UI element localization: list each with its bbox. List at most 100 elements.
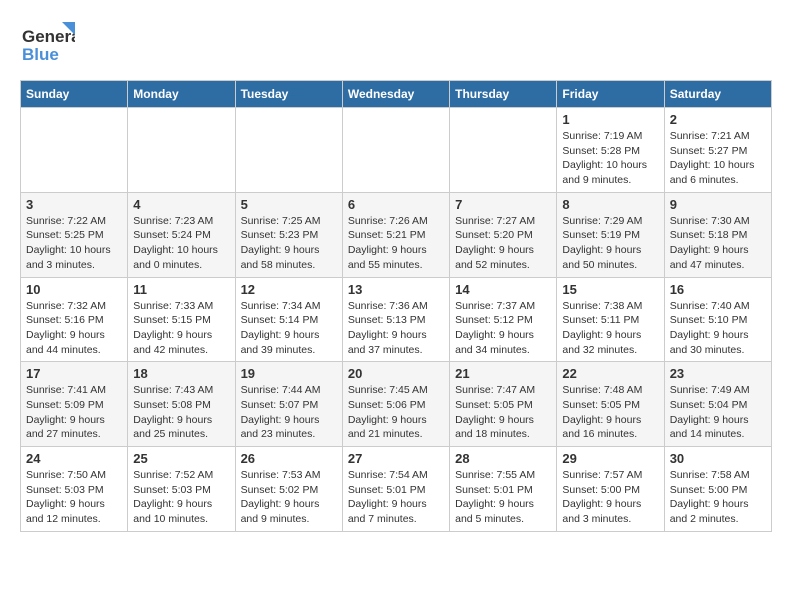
day-number: 21 [455, 366, 551, 381]
calendar-cell: 17 Sunrise: 7:41 AM Sunset: 5:09 PM Dayli… [21, 362, 128, 447]
calendar-cell: 21 Sunrise: 7:47 AM Sunset: 5:05 PM Dayli… [450, 362, 557, 447]
day-number: 25 [133, 451, 229, 466]
calendar-cell [21, 108, 128, 193]
day-number: 5 [241, 197, 337, 212]
day-info: Sunrise: 7:50 AM Sunset: 5:03 PM Dayligh… [26, 468, 122, 527]
day-info: Sunrise: 7:54 AM Sunset: 5:01 PM Dayligh… [348, 468, 444, 527]
day-number: 29 [562, 451, 658, 466]
day-number: 23 [670, 366, 766, 381]
calendar-cell: 3 Sunrise: 7:22 AM Sunset: 5:25 PM Daylig… [21, 192, 128, 277]
weekday-header-wednesday: Wednesday [342, 81, 449, 108]
day-info: Sunrise: 7:23 AM Sunset: 5:24 PM Dayligh… [133, 214, 229, 273]
calendar-cell [450, 108, 557, 193]
calendar-cell: 4 Sunrise: 7:23 AM Sunset: 5:24 PM Daylig… [128, 192, 235, 277]
day-number: 16 [670, 282, 766, 297]
calendar-cell: 26Sunrise: 7:53 AM Sunset: 5:02 PM Dayli… [235, 447, 342, 532]
calendar-cell: 30 Sunrise: 7:58 AM Sunset: 5:00 PM Dayli… [664, 447, 771, 532]
day-info: Sunrise: 7:26 AM Sunset: 5:21 PM Dayligh… [348, 214, 444, 273]
day-info: Sunrise: 7:32 AM Sunset: 5:16 PM Dayligh… [26, 299, 122, 358]
day-info: Sunrise: 7:37 AM Sunset: 5:12 PM Dayligh… [455, 299, 551, 358]
svg-text:General: General [22, 27, 75, 46]
svg-text:Blue: Blue [22, 45, 59, 64]
day-info: Sunrise: 7:47 AM Sunset: 5:05 PM Dayligh… [455, 383, 551, 442]
day-info: Sunrise: 7:49 AM Sunset: 5:04 PM Dayligh… [670, 383, 766, 442]
day-info: Sunrise: 7:19 AM Sunset: 5:28 PM Dayligh… [562, 129, 658, 188]
calendar-cell [128, 108, 235, 193]
day-number: 17 [26, 366, 122, 381]
calendar-week-row: 3 Sunrise: 7:22 AM Sunset: 5:25 PM Daylig… [21, 192, 772, 277]
calendar-cell: 13 Sunrise: 7:36 AM Sunset: 5:13 PM Dayli… [342, 277, 449, 362]
day-info: Sunrise: 7:38 AM Sunset: 5:11 PM Dayligh… [562, 299, 658, 358]
weekday-header-monday: Monday [128, 81, 235, 108]
day-number: 2 [670, 112, 766, 127]
calendar-cell: 20Sunrise: 7:45 AM Sunset: 5:06 PM Dayli… [342, 362, 449, 447]
day-number: 15 [562, 282, 658, 297]
day-number: 27 [348, 451, 444, 466]
day-info: Sunrise: 7:33 AM Sunset: 5:15 PM Dayligh… [133, 299, 229, 358]
day-info: Sunrise: 7:43 AM Sunset: 5:08 PM Dayligh… [133, 383, 229, 442]
calendar-cell: 9 Sunrise: 7:30 AM Sunset: 5:18 PM Daylig… [664, 192, 771, 277]
day-info: Sunrise: 7:55 AM Sunset: 5:01 PM Dayligh… [455, 468, 551, 527]
day-info: Sunrise: 7:21 AM Sunset: 5:27 PM Dayligh… [670, 129, 766, 188]
calendar-cell: 5 Sunrise: 7:25 AM Sunset: 5:23 PM Daylig… [235, 192, 342, 277]
day-info: Sunrise: 7:30 AM Sunset: 5:18 PM Dayligh… [670, 214, 766, 273]
day-number: 24 [26, 451, 122, 466]
day-info: Sunrise: 7:25 AM Sunset: 5:23 PM Dayligh… [241, 214, 337, 273]
weekday-header-thursday: Thursday [450, 81, 557, 108]
day-number: 18 [133, 366, 229, 381]
day-number: 13 [348, 282, 444, 297]
day-number: 7 [455, 197, 551, 212]
day-info: Sunrise: 7:57 AM Sunset: 5:00 PM Dayligh… [562, 468, 658, 527]
calendar-week-row: 1 Sunrise: 7:19 AM Sunset: 5:28 PM Daylig… [21, 108, 772, 193]
day-info: Sunrise: 7:22 AM Sunset: 5:25 PM Dayligh… [26, 214, 122, 273]
day-number: 9 [670, 197, 766, 212]
day-number: 22 [562, 366, 658, 381]
day-info: Sunrise: 7:29 AM Sunset: 5:19 PM Dayligh… [562, 214, 658, 273]
calendar-table: SundayMondayTuesdayWednesdayThursdayFrid… [20, 80, 772, 532]
page-header: GeneralBlue [20, 20, 772, 70]
day-number: 3 [26, 197, 122, 212]
logo: GeneralBlue [20, 20, 75, 70]
weekday-header-tuesday: Tuesday [235, 81, 342, 108]
day-number: 11 [133, 282, 229, 297]
weekday-header-saturday: Saturday [664, 81, 771, 108]
calendar-cell: 23 Sunrise: 7:49 AM Sunset: 5:04 PM Dayli… [664, 362, 771, 447]
weekday-header-friday: Friday [557, 81, 664, 108]
day-info: Sunrise: 7:27 AM Sunset: 5:20 PM Dayligh… [455, 214, 551, 273]
calendar-cell: 19Sunrise: 7:44 AM Sunset: 5:07 PM Dayli… [235, 362, 342, 447]
calendar-cell [235, 108, 342, 193]
calendar-cell: 14Sunrise: 7:37 AM Sunset: 5:12 PM Dayli… [450, 277, 557, 362]
calendar-week-row: 10 Sunrise: 7:32 AM Sunset: 5:16 PM Dayli… [21, 277, 772, 362]
day-info: Sunrise: 7:41 AM Sunset: 5:09 PM Dayligh… [26, 383, 122, 442]
calendar-cell: 15 Sunrise: 7:38 AM Sunset: 5:11 PM Dayli… [557, 277, 664, 362]
day-number: 1 [562, 112, 658, 127]
calendar-cell: 25 Sunrise: 7:52 AM Sunset: 5:03 PM Dayli… [128, 447, 235, 532]
calendar-cell: 24 Sunrise: 7:50 AM Sunset: 5:03 PM Dayli… [21, 447, 128, 532]
day-number: 19 [241, 366, 337, 381]
calendar-cell: 12Sunrise: 7:34 AM Sunset: 5:14 PM Dayli… [235, 277, 342, 362]
logo-icon: GeneralBlue [20, 20, 75, 70]
day-info: Sunrise: 7:34 AM Sunset: 5:14 PM Dayligh… [241, 299, 337, 358]
calendar-cell: 1 Sunrise: 7:19 AM Sunset: 5:28 PM Daylig… [557, 108, 664, 193]
day-info: Sunrise: 7:58 AM Sunset: 5:00 PM Dayligh… [670, 468, 766, 527]
calendar-cell: 11 Sunrise: 7:33 AM Sunset: 5:15 PM Dayli… [128, 277, 235, 362]
day-number: 10 [26, 282, 122, 297]
day-info: Sunrise: 7:36 AM Sunset: 5:13 PM Dayligh… [348, 299, 444, 358]
day-info: Sunrise: 7:40 AM Sunset: 5:10 PM Dayligh… [670, 299, 766, 358]
calendar-cell: 16 Sunrise: 7:40 AM Sunset: 5:10 PM Dayli… [664, 277, 771, 362]
calendar-cell: 2 Sunrise: 7:21 AM Sunset: 5:27 PM Daylig… [664, 108, 771, 193]
day-number: 4 [133, 197, 229, 212]
calendar-cell [342, 108, 449, 193]
calendar-cell: 22Sunrise: 7:48 AM Sunset: 5:05 PM Dayli… [557, 362, 664, 447]
day-number: 30 [670, 451, 766, 466]
calendar-week-row: 24 Sunrise: 7:50 AM Sunset: 5:03 PM Dayli… [21, 447, 772, 532]
weekday-header-sunday: Sunday [21, 81, 128, 108]
day-number: 26 [241, 451, 337, 466]
calendar-cell: 7 Sunrise: 7:27 AM Sunset: 5:20 PM Daylig… [450, 192, 557, 277]
day-number: 6 [348, 197, 444, 212]
day-info: Sunrise: 7:52 AM Sunset: 5:03 PM Dayligh… [133, 468, 229, 527]
day-number: 20 [348, 366, 444, 381]
calendar-cell: 18 Sunrise: 7:43 AM Sunset: 5:08 PM Dayli… [128, 362, 235, 447]
calendar-cell: 6 Sunrise: 7:26 AM Sunset: 5:21 PM Daylig… [342, 192, 449, 277]
calendar-cell: 8Sunrise: 7:29 AM Sunset: 5:19 PM Daylig… [557, 192, 664, 277]
